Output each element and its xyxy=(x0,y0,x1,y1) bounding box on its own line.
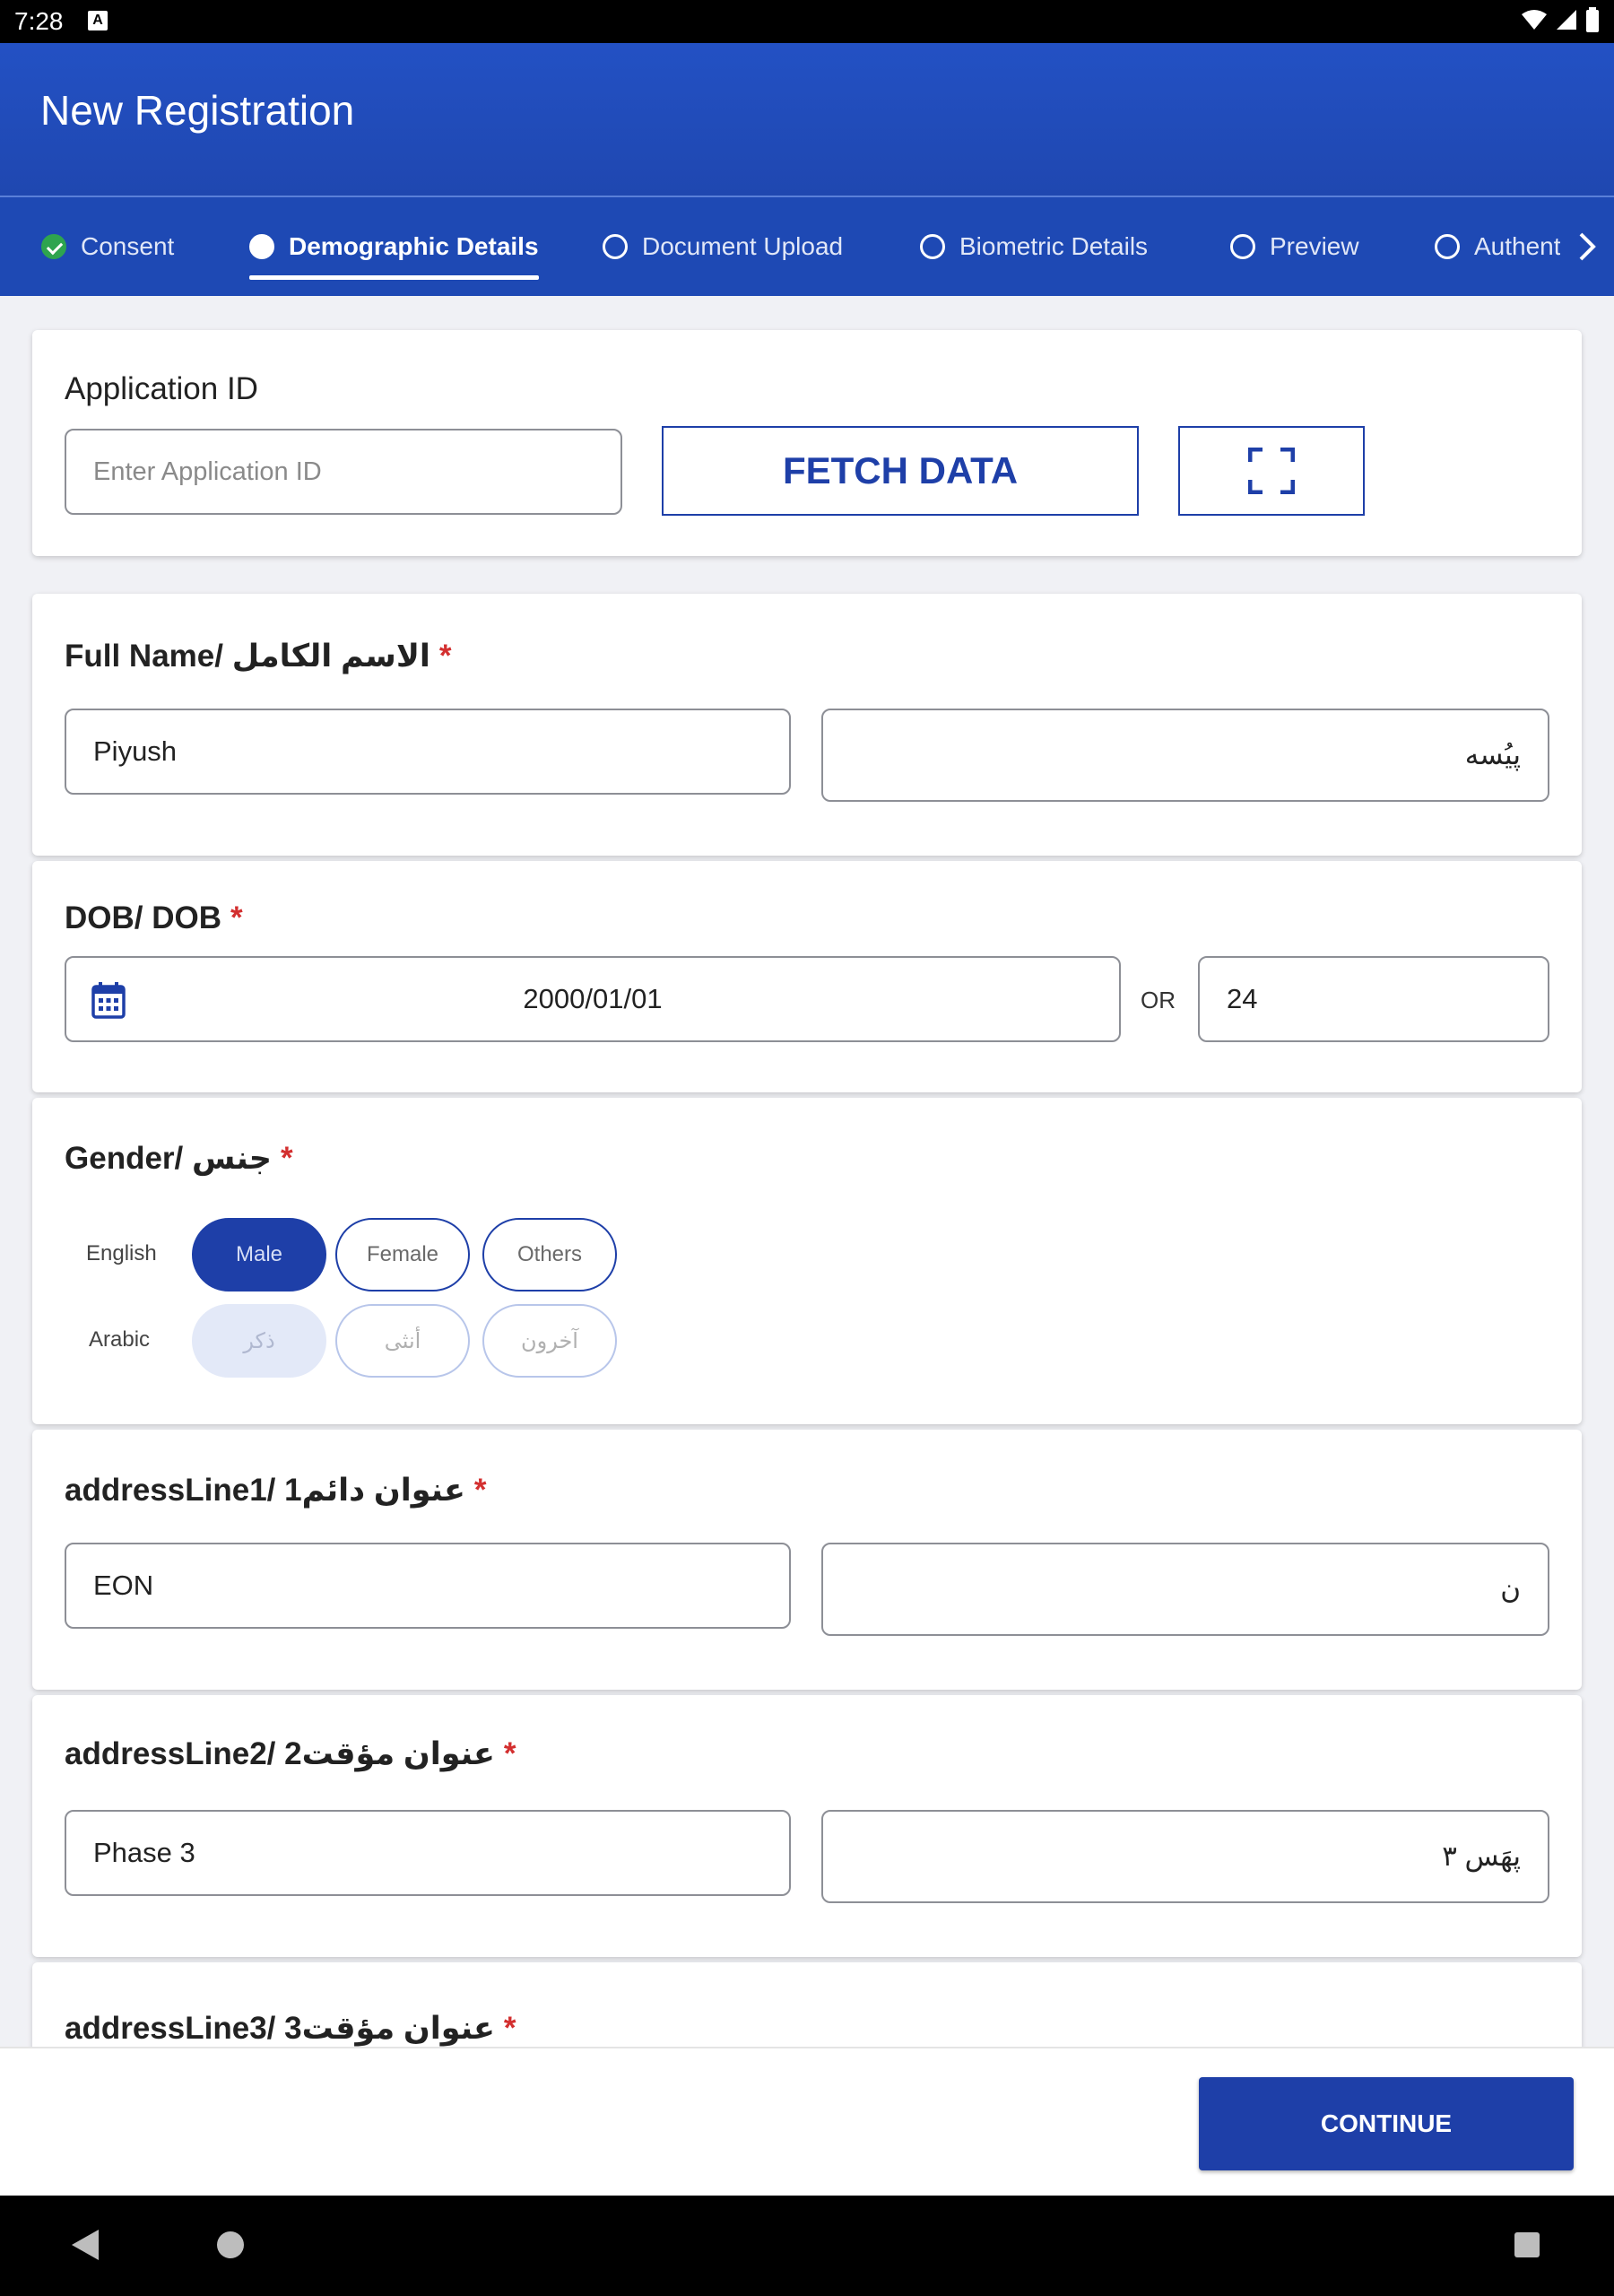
or-label: OR xyxy=(1141,987,1176,1013)
application-id-input[interactable]: Enter Application ID xyxy=(65,429,622,515)
page-title: New Registration xyxy=(40,87,355,134)
status-time: 7:28 xyxy=(14,7,64,35)
navigation-bar xyxy=(0,2196,1614,2296)
tab-authentication[interactable]: Authent xyxy=(1435,197,1561,296)
full-name-input-english[interactable]: Piyush xyxy=(65,709,791,795)
tab-consent[interactable]: Consent xyxy=(41,197,174,296)
gender-male-arabic-option: ذكر xyxy=(192,1304,326,1378)
tab-biometric-details[interactable]: Biometric Details xyxy=(920,197,1148,296)
scan-button[interactable] xyxy=(1178,426,1365,516)
tab-label: Consent xyxy=(81,232,175,260)
battery-icon xyxy=(1586,7,1599,32)
address-line1-label: addressLine1/ عنوان دائم1 * xyxy=(65,1473,487,1508)
radio-empty-icon xyxy=(1230,234,1255,259)
home-icon[interactable] xyxy=(215,2230,246,2260)
dob-card: DOB/ DOB * 2000/01/01 OR 24 xyxy=(32,861,1582,1092)
address-line2-input-arabic[interactable]: پهَس ٣ xyxy=(821,1810,1549,1903)
gender-others-arabic-option: آخرون xyxy=(482,1304,617,1378)
notification-icon: A xyxy=(88,11,108,30)
tab-document-upload[interactable]: Document Upload xyxy=(603,197,843,296)
wifi-icon xyxy=(1522,10,1547,30)
calendar-icon xyxy=(91,982,126,1019)
dob-date-input[interactable]: 2000/01/01 xyxy=(65,956,1121,1042)
arabic-label: Arabic xyxy=(89,1327,151,1352)
address-line1-input-arabic[interactable]: ن xyxy=(821,1543,1549,1636)
full-name-card: Full Name/ الاسم الكامل * Piyush پیُسه xyxy=(32,594,1582,856)
gender-label: Gender/ جنس * xyxy=(65,1141,293,1176)
recents-icon[interactable] xyxy=(1514,2231,1540,2258)
address-line3-label: addressLine3/ عنوان مؤقت3 * xyxy=(65,2011,516,2046)
radio-empty-icon xyxy=(603,234,628,259)
gender-male-option[interactable]: Male xyxy=(192,1218,326,1292)
gender-card: Gender/ جنس * English Male Female Others … xyxy=(32,1098,1582,1424)
system-icons xyxy=(1521,7,1600,32)
app-bar: New Registration xyxy=(0,43,1614,197)
tab-label: Biometric Details xyxy=(959,232,1149,260)
gender-female-option[interactable]: Female xyxy=(335,1218,470,1292)
full-name-label: Full Name/ الاسم الكامل * xyxy=(65,639,452,674)
address-line2-label: addressLine2/ عنوان مؤقت2 * xyxy=(65,1736,516,1771)
step-tabs: Consent Demographic Details Document Upl… xyxy=(0,197,1614,296)
back-icon[interactable] xyxy=(70,2228,100,2262)
continue-button[interactable]: CONTINUE xyxy=(1199,2077,1574,2170)
gender-others-option[interactable]: Others xyxy=(482,1218,617,1292)
tab-label: Demographic Details xyxy=(289,232,539,260)
address-line1-card: addressLine1/ عنوان دائم1 * EON ن xyxy=(32,1430,1582,1690)
address-line2-card: addressLine2/ عنوان مؤقت2 * Phase 3 پهَس … xyxy=(32,1695,1582,1957)
full-name-input-arabic[interactable]: پیُسه xyxy=(821,709,1549,802)
tab-demographic-details[interactable]: Demographic Details xyxy=(249,197,539,296)
check-circle-icon xyxy=(41,234,66,259)
radio-empty-icon xyxy=(920,234,945,259)
address-line2-input-english[interactable]: Phase 3 xyxy=(65,1810,791,1896)
tab-label: Document Upload xyxy=(642,232,844,260)
address-line1-input-english[interactable]: EON xyxy=(65,1543,791,1629)
status-bar: 7:28 A xyxy=(0,0,1614,43)
english-label: English xyxy=(86,1241,157,1265)
signal-icon xyxy=(1557,10,1576,30)
bottom-action-bar: CONTINUE xyxy=(0,2047,1614,2196)
dob-label: DOB/ DOB * xyxy=(65,900,243,935)
gender-female-arabic-option: أنثى xyxy=(335,1304,470,1378)
tab-label: Authent xyxy=(1474,232,1561,260)
chevron-right-icon[interactable] xyxy=(1560,197,1614,296)
tab-preview[interactable]: Preview xyxy=(1230,197,1359,296)
tab-label: Preview xyxy=(1270,232,1359,260)
radio-empty-icon xyxy=(1435,234,1460,259)
radio-filled-icon xyxy=(249,234,274,259)
scan-icon xyxy=(1248,448,1295,494)
age-input[interactable]: 24 xyxy=(1198,956,1549,1042)
application-id-label: Application ID xyxy=(65,371,258,406)
fetch-data-button[interactable]: FETCH DATA xyxy=(662,426,1139,516)
application-id-card: Application ID Enter Application ID FETC… xyxy=(32,330,1582,556)
dob-date-value: 2000/01/01 xyxy=(523,983,663,1014)
